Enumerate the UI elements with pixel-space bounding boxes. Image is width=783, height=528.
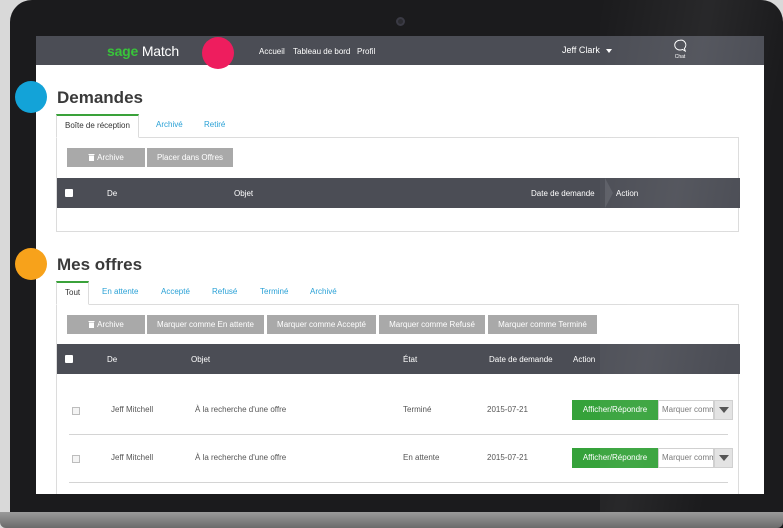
mark-pending-button[interactable]: Marquer comme En attente: [147, 315, 264, 334]
laptop-base: [0, 512, 783, 528]
col-status: État: [403, 355, 418, 364]
col-action: Action: [616, 189, 639, 198]
tab-archived-offers[interactable]: Archivé: [302, 281, 345, 305]
table-row: Jeff Mitchell À la recherche d'une offre…: [69, 387, 733, 435]
offers-tabs: Tout En attente Accepté Refusé Terminé A…: [56, 281, 739, 305]
tab-inbox[interactable]: Boîte de réception: [56, 114, 139, 138]
tab-archived[interactable]: Archivé: [148, 114, 191, 138]
nav-profile-link[interactable]: Profil: [357, 47, 375, 56]
view-reply-button[interactable]: Afficher/Répondre: [572, 400, 658, 420]
offers-table-header: De Objet État Date de demande Action: [57, 344, 740, 374]
table-row: Jeff Mitchell À la recherche d'une offre…: [69, 435, 733, 483]
row-status: En attente: [403, 453, 440, 462]
marker-blue: [15, 81, 47, 113]
header-divider: [605, 178, 613, 208]
move-to-offers-button[interactable]: Placer dans Offres: [147, 148, 233, 167]
user-name: Jeff Clark: [562, 45, 600, 55]
marker-orange: [15, 248, 47, 280]
chevron-down-icon[interactable]: [714, 400, 733, 420]
nav-home-link[interactable]: Accueil: [259, 47, 285, 56]
user-menu-dropdown[interactable]: Jeff Clark: [562, 45, 612, 55]
select-all-checkbox[interactable]: [65, 189, 73, 197]
row-checkbox[interactable]: [72, 455, 80, 463]
camera-icon: [396, 17, 405, 26]
archive-button[interactable]: Archive: [67, 148, 145, 167]
col-date: Date de demande: [489, 355, 553, 364]
mark-as-select[interactable]: Marquer comm: [658, 448, 714, 468]
view-reply-button[interactable]: Afficher/Répondre: [572, 448, 658, 468]
tab-accepted[interactable]: Accepté: [153, 281, 198, 305]
trash-icon: [88, 316, 95, 335]
tab-withdrawn[interactable]: Retiré: [196, 114, 233, 138]
tab-pending[interactable]: En attente: [94, 281, 146, 305]
offers-archive-button[interactable]: Archive: [67, 315, 145, 334]
mark-done-button[interactable]: Marquer comme Terminé: [488, 315, 597, 334]
tab-refused[interactable]: Refusé: [204, 281, 245, 305]
chevron-down-icon[interactable]: [714, 448, 733, 468]
row-from: Jeff Mitchell: [111, 453, 154, 462]
mark-accepted-button[interactable]: Marquer comme Accepté: [267, 315, 376, 334]
nav-dashboard-link[interactable]: Tableau de bord: [293, 47, 350, 56]
mark-as-select[interactable]: Marquer comm: [658, 400, 714, 420]
mark-refused-button[interactable]: Marquer comme Refusé: [379, 315, 485, 334]
requests-title: Demandes: [57, 88, 143, 107]
row-from: Jeff Mitchell: [111, 405, 154, 414]
col-action: Action: [573, 355, 596, 364]
requests-table-header: De Objet Date de demande Action: [57, 178, 740, 208]
requests-tabs: Boîte de réception Archivé Retiré: [56, 114, 739, 138]
chat-button[interactable]: Chat: [669, 39, 691, 60]
offers-panel: Archive Marquer comme En attente Marquer…: [56, 305, 740, 494]
row-date: 2015-07-21: [487, 453, 528, 462]
trash-icon: [88, 149, 95, 168]
row-subject: À la recherche d'une offre: [195, 453, 287, 462]
tab-done[interactable]: Terminé: [252, 281, 296, 305]
row-date: 2015-07-21: [487, 405, 528, 414]
row-checkbox[interactable]: [72, 407, 80, 415]
row-subject: À la recherche d'une offre: [195, 405, 287, 414]
tab-all[interactable]: Tout: [56, 281, 90, 305]
col-subject: Objet: [234, 189, 254, 198]
row-status: Terminé: [403, 405, 432, 414]
col-subject: Objet: [191, 355, 211, 364]
select-all-checkbox[interactable]: [65, 355, 73, 363]
top-navigation-bar: sage Match Accueil Tableau de bord Profi…: [36, 36, 764, 65]
col-from: De: [107, 189, 118, 198]
chat-bubble-icon: [674, 39, 687, 53]
sage-match-logo[interactable]: sage Match: [107, 43, 179, 59]
col-from: De: [107, 355, 118, 364]
chat-label: Chat: [674, 54, 686, 60]
col-date: Date de demande: [531, 189, 595, 198]
caret-down-icon: [605, 48, 612, 53]
app-screen: sage Match Accueil Tableau de bord Profi…: [36, 36, 764, 494]
requests-panel: Archive Placer dans Offres De Objet Date…: [56, 138, 740, 232]
marker-pink: [202, 37, 234, 69]
offers-title: Mes offres: [57, 255, 143, 274]
